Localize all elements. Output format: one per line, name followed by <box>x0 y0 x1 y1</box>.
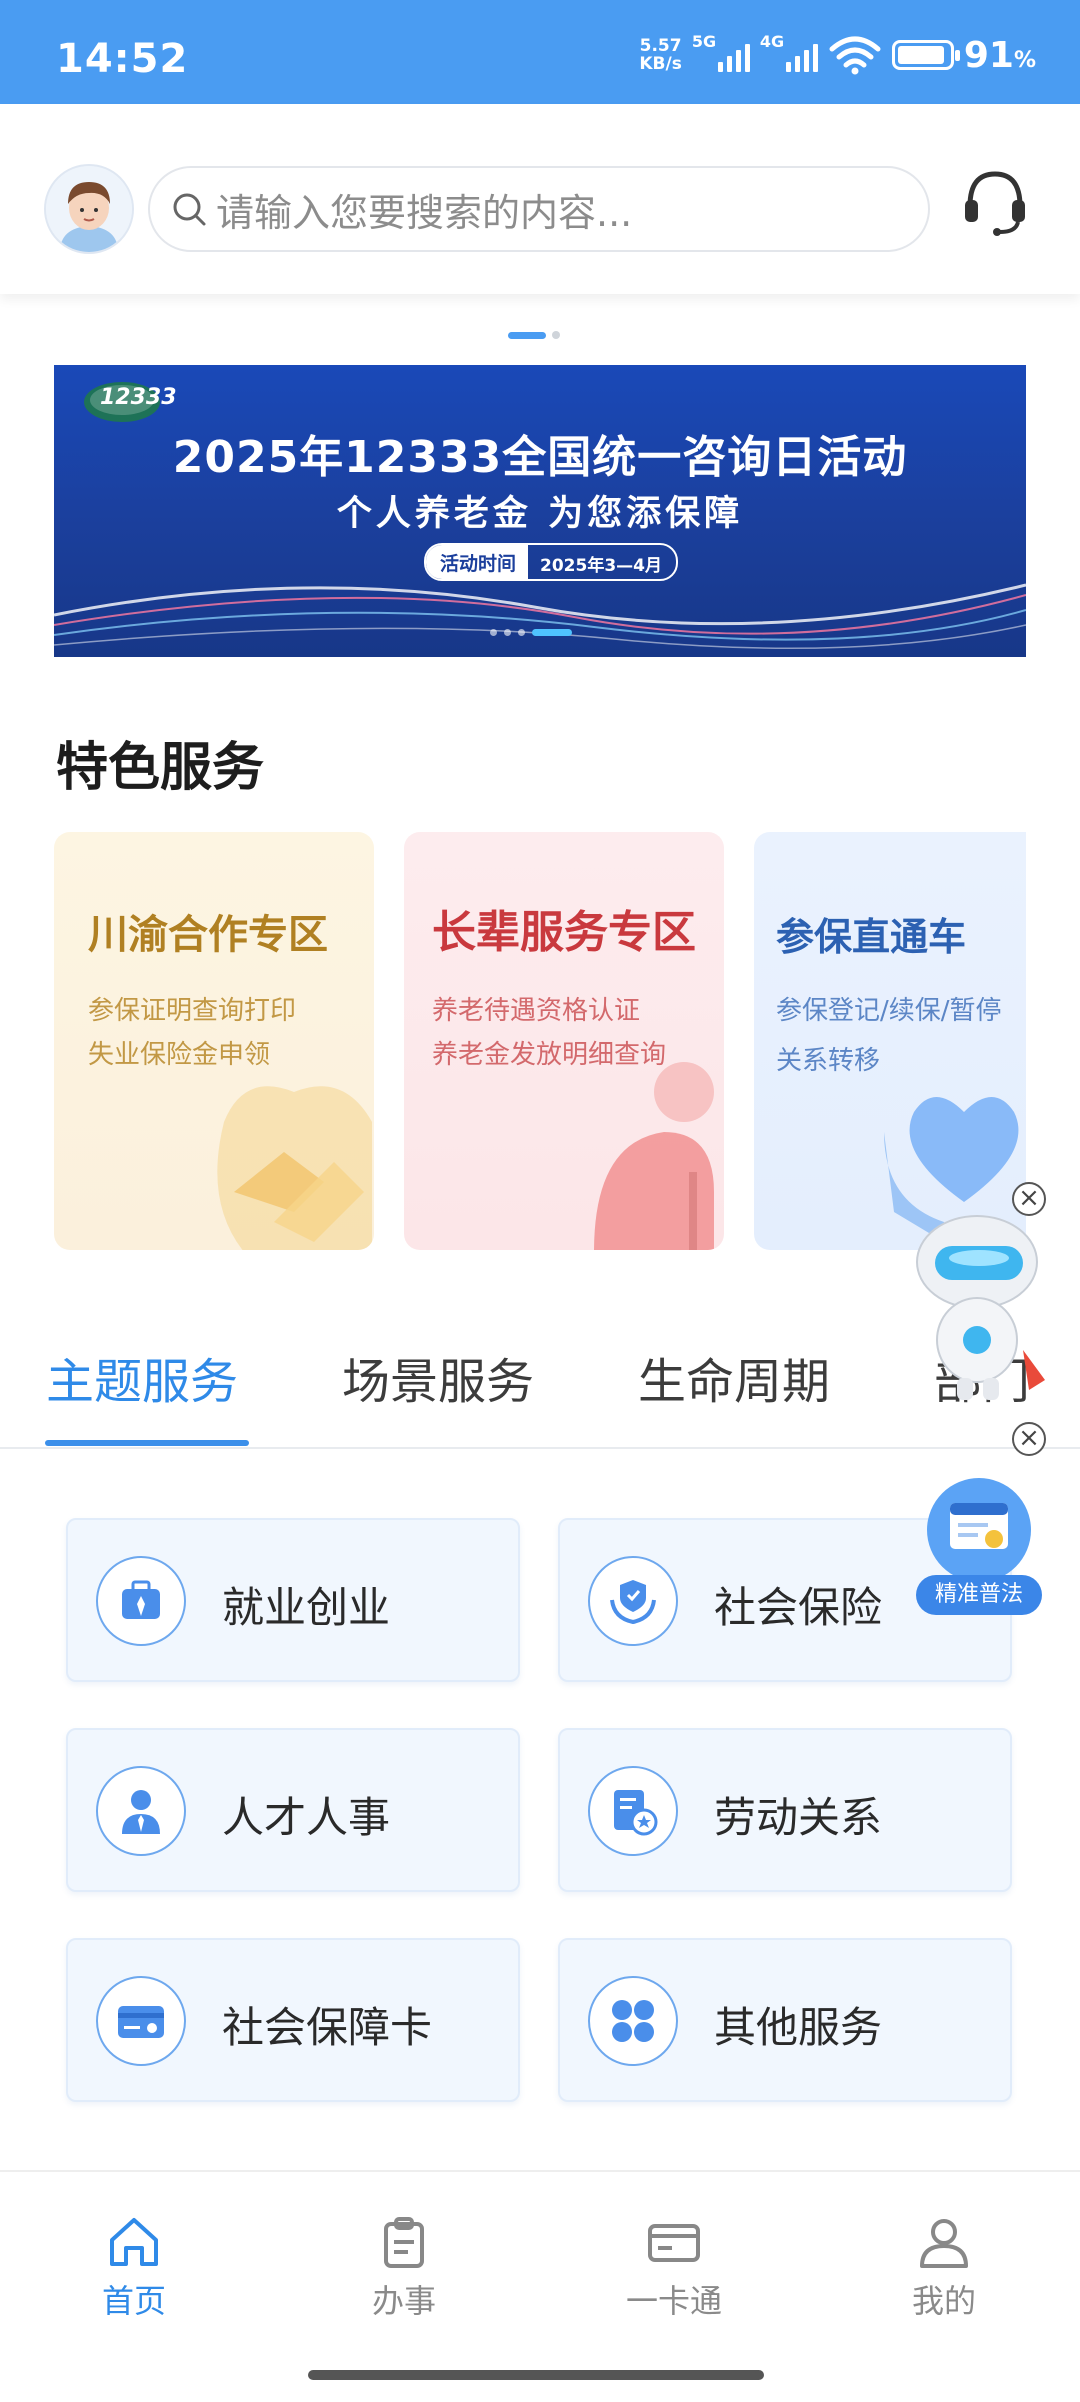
person-tie-icon <box>122 1790 160 1834</box>
active-tab-indicator <box>45 1440 249 1446</box>
banner-carousel-dots <box>490 629 572 636</box>
grid-icon <box>612 2000 654 2042</box>
signal-5g-icon: 5G <box>692 32 750 72</box>
card-icon <box>648 2224 700 2262</box>
elder-figure-icon <box>594 1062 714 1250</box>
certificate-icon <box>927 1478 1031 1582</box>
featured-services-row: 川渝合作专区 参保证明查询打印 失业保险金申领 长辈服务专区 养老待遇资格认证 … <box>54 832 1026 1252</box>
search-input[interactable]: 请输入您要搜索的内容... <box>148 166 930 252</box>
section-title-featured: 特色服务 <box>56 738 265 798</box>
banner-title: 2025年12333全国统一咨询日活动 <box>172 432 908 483</box>
service-talent-personnel[interactable]: 人才人事 <box>66 1728 520 1892</box>
bottom-navigation: 首页 办事 一卡通 我的 <box>0 2170 1080 2402</box>
user-icon <box>920 2219 968 2268</box>
tab-theme-services[interactable]: 主题服务 <box>46 1342 238 1412</box>
service-social-security-card[interactable]: 社会保障卡 <box>66 1938 520 2102</box>
status-bar: 14:52 5.57 KB/s 5G 4G 91% <box>0 0 1080 104</box>
close-law-widget-button[interactable]: × <box>1012 1422 1046 1456</box>
activity-banner[interactable]: 12333 2025年12333全国统一咨询日活动 个人养老金 为您添保障 活动… <box>54 365 1026 657</box>
banner-logo-text: 12333 <box>100 385 177 410</box>
app-header: 请输入您要搜索的内容... <box>0 104 1080 294</box>
home-icon <box>110 2218 158 2266</box>
battery-percent: 91% <box>963 34 1036 76</box>
banner-subtitle: 个人养老金 为您添保障 <box>336 494 744 534</box>
customer-service-headset-icon[interactable] <box>960 166 1030 236</box>
service-other[interactable]: 其他服务 <box>558 1938 1012 2102</box>
feature-card-insurance-express[interactable]: 参保直通车 参保登记/续保/暂停 关系转移 <box>754 832 1026 1250</box>
status-time: 14:52 <box>56 36 189 82</box>
shield-hands-icon <box>610 1580 656 1625</box>
wifi-icon <box>829 36 881 75</box>
service-employment[interactable]: 就业创业 <box>66 1518 520 1682</box>
law-widget-label: 精准普法 <box>916 1575 1042 1615</box>
nav-home[interactable]: 首页 <box>44 2214 224 2322</box>
robot-assistant-icon[interactable] <box>905 1210 1055 1410</box>
document-badge-icon <box>614 1790 658 1836</box>
handshake-icon <box>217 1086 372 1250</box>
briefcase-icon <box>122 1580 160 1619</box>
signal-4g-icon: 4G <box>760 32 818 72</box>
tab-scene-services[interactable]: 场景服务 <box>342 1342 534 1412</box>
feature-card-elder[interactable]: 长辈服务专区 养老待遇资格认证 养老金发放明细查询 <box>404 832 724 1250</box>
home-indicator[interactable] <box>308 2370 764 2380</box>
clipboard-icon <box>384 2217 424 2268</box>
service-labor-relations[interactable]: 劳动关系 <box>558 1728 1012 1892</box>
nav-mine[interactable]: 我的 <box>854 2214 1034 2322</box>
network-speed: 5.57 KB/s <box>639 36 682 74</box>
status-indicators: 5.57 KB/s 5G 4G 91% <box>639 30 1036 80</box>
carousel-indicator <box>508 331 560 339</box>
nav-card[interactable]: 一卡通 <box>584 2214 764 2322</box>
search-icon <box>173 193 206 226</box>
battery-icon <box>891 40 960 70</box>
feature-card-chuanyu[interactable]: 川渝合作专区 参保证明查询打印 失业保险金申领 <box>54 832 374 1250</box>
banner-wave-decoration <box>54 583 1026 650</box>
card-icon <box>118 2006 164 2038</box>
nav-services[interactable]: 办事 <box>314 2214 494 2322</box>
tabs-divider <box>0 1447 1080 1449</box>
tab-life-cycle[interactable]: 生命周期 <box>638 1342 830 1412</box>
law-popularization-widget[interactable]: 精准普法 <box>916 1475 1042 1615</box>
search-placeholder: 请输入您要搜索的内容... <box>216 190 633 235</box>
avatar[interactable] <box>44 164 134 254</box>
